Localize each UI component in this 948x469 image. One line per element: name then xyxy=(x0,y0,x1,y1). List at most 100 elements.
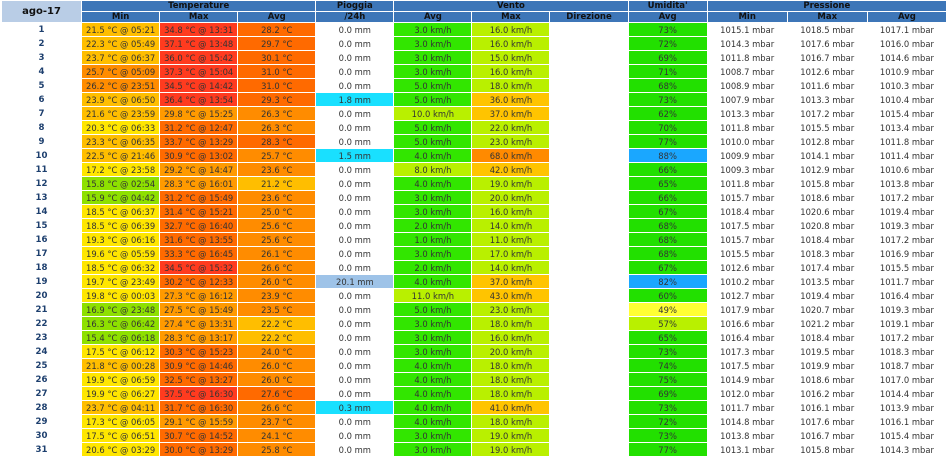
wind-direction-cell xyxy=(549,92,629,107)
temp-min-cell: 16.3 °C @ 06:42 xyxy=(81,316,161,331)
table-row: 15 18.5 °C @ 06:39 32.7 °C @ 16:40 25.6 °C 0… xyxy=(0,218,948,233)
humidity-cell: 77% xyxy=(627,134,708,149)
pressure-avg-cell: 1010.6 mbar xyxy=(866,162,948,177)
temp-min-cell: 20.3 °C @ 06:33 xyxy=(81,120,161,135)
wind-max-cell: 23.0 km/h xyxy=(471,302,551,317)
table-row: 30 17.5 °C @ 06:51 30.7 °C @ 14:52 24.1 °C 0… xyxy=(0,428,948,443)
pressure-min-cell: 1011.8 mbar xyxy=(706,176,788,191)
humidity-cell: 66% xyxy=(627,190,708,205)
temp-avg-cell: 28.2 °C xyxy=(237,22,317,37)
temp-max-cell: 27.5 °C @ 15:49 xyxy=(159,302,239,317)
table-row: 29 17.3 °C @ 06:05 29.1 °C @ 15:59 23.7 °C 0… xyxy=(0,414,948,429)
humidity-cell: 62% xyxy=(627,106,708,121)
temp-avg-cell: 23.6 °C xyxy=(237,162,317,177)
wind-direction-cell xyxy=(549,50,629,65)
wind-max-cell: 42.0 km/h xyxy=(471,162,551,177)
pressure-min-cell: 1015.1 mbar xyxy=(706,22,788,37)
wind-avg-cell: 5.0 km/h xyxy=(393,120,473,135)
temp-min-cell: 18.5 °C @ 06:32 xyxy=(81,260,161,275)
wind-avg-cell: 3.0 km/h xyxy=(393,246,473,261)
wind-max-cell: 19.0 km/h xyxy=(471,176,551,191)
day-cell: 2 xyxy=(0,36,83,51)
temp-avg-cell: 21.2 °C xyxy=(237,176,317,191)
temp-max-cell: 30.9 °C @ 13:02 xyxy=(159,148,239,163)
wind-direction-cell xyxy=(549,204,629,219)
table-row: 7 21.6 °C @ 23:59 29.8 °C @ 15:25 26.3 °C 0.… xyxy=(0,106,948,121)
pressure-max-cell: 1020.8 mbar xyxy=(786,218,868,233)
temp-min-cell: 17.5 °C @ 06:51 xyxy=(81,428,161,443)
rain-cell: 1.8 mm xyxy=(315,92,395,107)
wind-direction-cell xyxy=(549,302,629,317)
pressure-max-cell: 1018.4 mbar xyxy=(786,330,868,345)
wind-max-cell: 17.0 km/h xyxy=(471,246,551,261)
wind-direction-cell xyxy=(549,428,629,443)
pressure-max-cell: 1018.6 mbar xyxy=(786,190,868,205)
temp-min-cell: 22.3 °C @ 05:49 xyxy=(81,36,161,51)
temp-min-cell: 18.5 °C @ 06:39 xyxy=(81,218,161,233)
pressure-max-cell: 1018.5 mbar xyxy=(786,22,868,37)
pressure-max-cell: 1015.8 mbar xyxy=(786,176,868,191)
pressure-avg-cell: 1018.3 mbar xyxy=(866,344,948,359)
temp-max-cell: 29.8 °C @ 15:25 xyxy=(159,106,239,121)
wind-direction-cell xyxy=(549,106,629,121)
humidity-cell: 73% xyxy=(627,92,708,107)
wind-max-cell: 36.0 km/h xyxy=(471,92,551,107)
pressure-max-cell: 1015.8 mbar xyxy=(786,442,868,457)
wind-direction-cell xyxy=(549,120,629,135)
temp-min-cell: 23.7 °C @ 06:37 xyxy=(81,50,161,65)
table-row: 10 22.5 °C @ 21:46 30.9 °C @ 13:02 25.7 °C 1… xyxy=(0,148,948,163)
temp-avg-cell: 27.6 °C xyxy=(237,386,317,401)
wind-max-cell: 18.0 km/h xyxy=(471,414,551,429)
pressure-avg-cell: 1014.3 mbar xyxy=(866,442,948,457)
temp-avg-cell: 31.0 °C xyxy=(237,64,317,79)
temp-max-cell: 29.1 °C @ 15:59 xyxy=(159,414,239,429)
pressure-min-cell: 1015.7 mbar xyxy=(706,190,788,205)
wind-max-cell: 16.0 km/h xyxy=(471,22,551,37)
humidity-cell: 71% xyxy=(627,64,708,79)
temp-avg-cell: 23.9 °C xyxy=(237,288,317,303)
wind-avg-cell: 4.0 km/h xyxy=(393,274,473,289)
rain-cell: 0.0 mm xyxy=(315,372,395,387)
temp-min-cell: 17.3 °C @ 06:05 xyxy=(81,414,161,429)
wind-max-cell: 20.0 km/h xyxy=(471,190,551,205)
pressure-avg-cell: 1010.9 mbar xyxy=(866,64,948,79)
rain-cell: 0.0 mm xyxy=(315,218,395,233)
wind-direction-cell xyxy=(549,358,629,373)
wind-avg-cell: 3.0 km/h xyxy=(393,36,473,51)
pressure-max-cell: 1017.6 mbar xyxy=(786,414,868,429)
rain-cell: 0.0 mm xyxy=(315,316,395,331)
pressure-max-cell: 1015.5 mbar xyxy=(786,120,868,135)
wind-max-cell: 18.0 km/h xyxy=(471,316,551,331)
pressure-avg-cell: 1017.0 mbar xyxy=(866,372,948,387)
temp-min-cell: 20.6 °C @ 03:29 xyxy=(81,442,161,457)
temp-min-cell: 17.5 °C @ 06:12 xyxy=(81,344,161,359)
wind-avg-cell: 4.0 km/h xyxy=(393,358,473,373)
pressure-max-cell: 1016.1 mbar xyxy=(786,400,868,415)
wind-max-cell: 11.0 km/h xyxy=(471,232,551,247)
wind-max-cell: 16.0 km/h xyxy=(471,64,551,79)
pressure-min-cell: 1011.8 mbar xyxy=(706,120,788,135)
humidity-cell: 60% xyxy=(627,288,708,303)
rain-cell: 0.0 mm xyxy=(315,442,395,457)
wind-max-cell: 20.0 km/h xyxy=(471,344,551,359)
rain-cell: 0.0 mm xyxy=(315,330,395,345)
temp-min-cell: 18.5 °C @ 06:37 xyxy=(81,204,161,219)
humidity-cell: 68% xyxy=(627,246,708,261)
pressure-avg-cell: 1017.2 mbar xyxy=(866,232,948,247)
rain-cell: 0.0 mm xyxy=(315,414,395,429)
wind-max-cell: 18.0 km/h xyxy=(471,78,551,93)
pressure-max-cell: 1018.3 mbar xyxy=(786,246,868,261)
temp-avg-cell: 23.5 °C xyxy=(237,302,317,317)
pressure-min-cell: 1011.8 mbar xyxy=(706,50,788,65)
pressure-min-cell: 1014.8 mbar xyxy=(706,414,788,429)
humidity-cell: 65% xyxy=(627,330,708,345)
day-cell: 16 xyxy=(0,232,83,247)
wind-max-cell: 37.0 km/h xyxy=(471,106,551,121)
table-row: 28 23.7 °C @ 04:11 31.7 °C @ 16:30 26.6 °C 0… xyxy=(0,400,948,415)
temp-avg-cell: 26.3 °C xyxy=(237,106,317,121)
table-row: 24 17.5 °C @ 06:12 30.3 °C @ 15:23 24.0 °C 0… xyxy=(0,344,948,359)
pressure-max-cell: 1016.7 mbar xyxy=(786,428,868,443)
pressure-avg-cell: 1016.9 mbar xyxy=(866,246,948,261)
table-row: 27 19.9 °C @ 06:27 37.5 °C @ 16:30 27.6 °C 0… xyxy=(0,386,948,401)
wind-direction-cell xyxy=(549,36,629,51)
